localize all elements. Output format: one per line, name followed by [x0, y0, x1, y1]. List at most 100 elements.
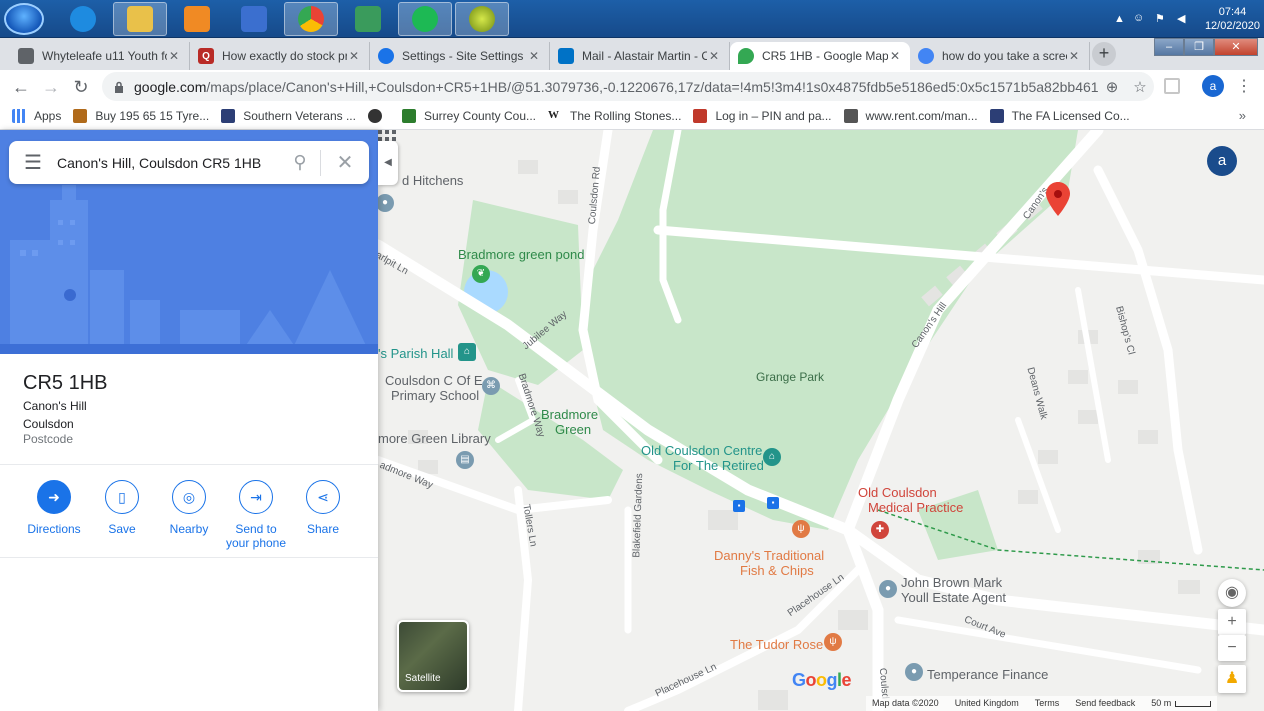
- map-canvas[interactable]: d Hitchens arlpit Ln Bradmore green pond…: [378, 130, 1264, 711]
- start-button[interactable]: [4, 3, 44, 35]
- file-explorer-icon[interactable]: [113, 2, 167, 36]
- label-pond[interactable]: Bradmore green pond: [458, 247, 584, 262]
- bookmark-rolling-stones[interactable]: W The Rolling Stones...: [548, 109, 681, 123]
- label-medical-line2[interactable]: Medical Practice: [868, 500, 963, 515]
- close-tab-icon[interactable]: ✕: [167, 49, 181, 63]
- close-tab-icon[interactable]: ✕: [1067, 49, 1081, 63]
- label-centre-line1[interactable]: Old Coulsdon Centre: [641, 443, 762, 458]
- tab-settings[interactable]: Settings - Site Settings ✕: [370, 42, 550, 70]
- bookmark-fa[interactable]: The FA Licensed Co...: [989, 109, 1130, 123]
- bus-stop-icon[interactable]: ▪: [767, 497, 779, 509]
- label-dannys-line1[interactable]: Danny's Traditional: [714, 548, 824, 563]
- clock[interactable]: 07:44 12/02/2020: [1199, 5, 1260, 33]
- close-tab-icon[interactable]: ✕: [888, 49, 902, 63]
- label-medical-line1[interactable]: Old Coulsdon: [858, 485, 937, 500]
- collapse-panel-button[interactable]: ◀: [378, 141, 398, 185]
- nearby-button[interactable]: ◎ Nearby: [155, 480, 223, 536]
- close-tab-icon[interactable]: ✕: [527, 49, 541, 63]
- people-app-icon[interactable]: [341, 2, 395, 36]
- internet-explorer-icon[interactable]: [56, 2, 110, 36]
- profile-avatar[interactable]: a: [1202, 75, 1224, 97]
- bookmark-star-icon[interactable]: ☆: [1126, 78, 1154, 96]
- label-bradmore-green-1[interactable]: Bradmore: [541, 407, 598, 422]
- label-school-line2[interactable]: Primary School: [391, 388, 479, 403]
- park-pin-icon[interactable]: ❦: [472, 265, 490, 283]
- search-icon[interactable]: ⚲: [280, 152, 320, 173]
- label-tudor-rose[interactable]: The Tudor Rose: [730, 637, 823, 652]
- forward-arrow-icon[interactable]: →: [36, 72, 66, 102]
- label-estate-line2[interactable]: Youll Estate Agent: [901, 590, 1006, 605]
- pub-pin-icon[interactable]: ψ: [824, 633, 842, 651]
- estate-agent-pin-icon[interactable]: ●: [879, 580, 897, 598]
- bookmark-tyre[interactable]: Buy 195 65 15 Tyre...: [73, 109, 209, 123]
- tab-google-search[interactable]: how do you take a scree ✕: [910, 42, 1090, 70]
- search-input[interactable]: Canon's Hill, Coulsdon CR5 1HB: [57, 155, 280, 171]
- label-bradmore-green-2[interactable]: Green: [555, 422, 591, 437]
- bookmark-surrey[interactable]: Surrey County Cou...: [401, 109, 536, 123]
- menu-kebab-icon[interactable]: ⋮: [1236, 76, 1252, 96]
- chevron-right-icon[interactable]: »: [1239, 108, 1246, 123]
- reload-icon[interactable]: ↻: [66, 72, 96, 102]
- bookmark-globe[interactable]: [367, 109, 390, 123]
- bookmark-login[interactable]: Log in – PIN and pa...: [693, 109, 832, 123]
- send-feedback-link[interactable]: Send feedback: [1075, 698, 1135, 709]
- close-tab-icon[interactable]: ✕: [347, 49, 361, 63]
- restore-button[interactable]: ❐: [1184, 38, 1214, 56]
- directions-button[interactable]: ➜ Directions: [20, 480, 88, 536]
- label-hitchens[interactable]: d Hitchens: [402, 173, 463, 188]
- region-link[interactable]: United Kingdom: [955, 698, 1019, 709]
- bookmark-southern-veterans[interactable]: Southern Veterans ...: [221, 109, 356, 123]
- zoom-out-button[interactable]: −: [1218, 635, 1246, 661]
- flag-icon[interactable]: ⚑: [1155, 12, 1169, 26]
- bookmark-rent[interactable]: www.rent.com/man...: [843, 109, 978, 123]
- label-library[interactable]: more Green Library: [378, 431, 491, 446]
- pegman-icon[interactable]: ♟: [1218, 665, 1246, 693]
- hospital-pin-icon[interactable]: ✚: [871, 521, 889, 539]
- centre-pin-icon[interactable]: ⌂: [763, 448, 781, 466]
- add-icon[interactable]: ⊕: [1098, 78, 1126, 96]
- hamburger-menu-icon[interactable]: ☰: [9, 150, 57, 175]
- tab-mail[interactable]: Mail - Alastair Martin - O ✕: [550, 42, 730, 70]
- label-parish-hall[interactable]: 's Parish Hall: [378, 346, 453, 361]
- zoom-in-button[interactable]: +: [1218, 609, 1246, 635]
- volume-icon[interactable]: ◀: [1177, 12, 1191, 26]
- my-location-icon[interactable]: ◉: [1218, 579, 1246, 607]
- library-pin-icon[interactable]: ▤: [456, 451, 474, 469]
- close-window-button[interactable]: ✕: [1214, 38, 1258, 56]
- location-pin-icon[interactable]: [1046, 182, 1070, 216]
- clear-search-icon[interactable]: ✕: [321, 150, 369, 175]
- account-avatar[interactable]: a: [1207, 146, 1237, 176]
- back-arrow-icon[interactable]: ←: [6, 72, 36, 102]
- label-estate-line1[interactable]: John Brown Mark: [901, 575, 1002, 590]
- send-to-phone-button[interactable]: ⇥ Send to your phone: [222, 480, 290, 550]
- label-grange-park[interactable]: Grange Park: [756, 370, 824, 384]
- ball-app-icon[interactable]: [455, 2, 509, 36]
- media-player-icon[interactable]: [170, 2, 224, 36]
- scale-indicator[interactable]: 50 m: [1151, 698, 1212, 709]
- tab-whyteleafe[interactable]: Whyteleafe u11 Youth fo ✕: [10, 42, 190, 70]
- bus-stop-icon[interactable]: ▪: [733, 500, 745, 512]
- new-tab-button[interactable]: +: [1092, 42, 1116, 66]
- terms-link[interactable]: Terms: [1035, 698, 1060, 709]
- chrome-icon[interactable]: [284, 2, 338, 36]
- extension-icon[interactable]: [1164, 78, 1180, 94]
- tray-chevron-icon[interactable]: ▲: [1114, 13, 1125, 25]
- label-school-line1[interactable]: Coulsdon C Of E: [385, 373, 483, 388]
- save-button[interactable]: ▯ Save: [88, 480, 156, 536]
- spotify-icon[interactable]: [398, 2, 452, 36]
- tray-user-icon[interactable]: ☺: [1133, 12, 1147, 26]
- hall-pin-icon[interactable]: ⌂: [458, 343, 476, 361]
- share-button[interactable]: ⋖ Share: [289, 480, 357, 536]
- close-tab-icon[interactable]: ✕: [707, 49, 721, 63]
- bookmark-apps[interactable]: Apps: [12, 109, 61, 123]
- address-bar[interactable]: google.com/maps/place/Canon's+Hill,+Coul…: [102, 72, 1154, 101]
- paint-icon[interactable]: [227, 2, 281, 36]
- finance-pin-icon[interactable]: ●: [905, 663, 923, 681]
- satellite-toggle[interactable]: Satellite: [397, 620, 469, 692]
- tab-quora[interactable]: Q How exactly do stock pr ✕: [190, 42, 370, 70]
- search-box[interactable]: ☰ Canon's Hill, Coulsdon CR5 1HB ⚲ ✕: [9, 141, 369, 184]
- restaurant-pin-icon[interactable]: ψ: [792, 520, 810, 538]
- label-temperance[interactable]: Temperance Finance: [927, 667, 1048, 682]
- minimize-button[interactable]: –: [1154, 38, 1184, 56]
- label-centre-line2[interactable]: For The Retired: [673, 458, 764, 473]
